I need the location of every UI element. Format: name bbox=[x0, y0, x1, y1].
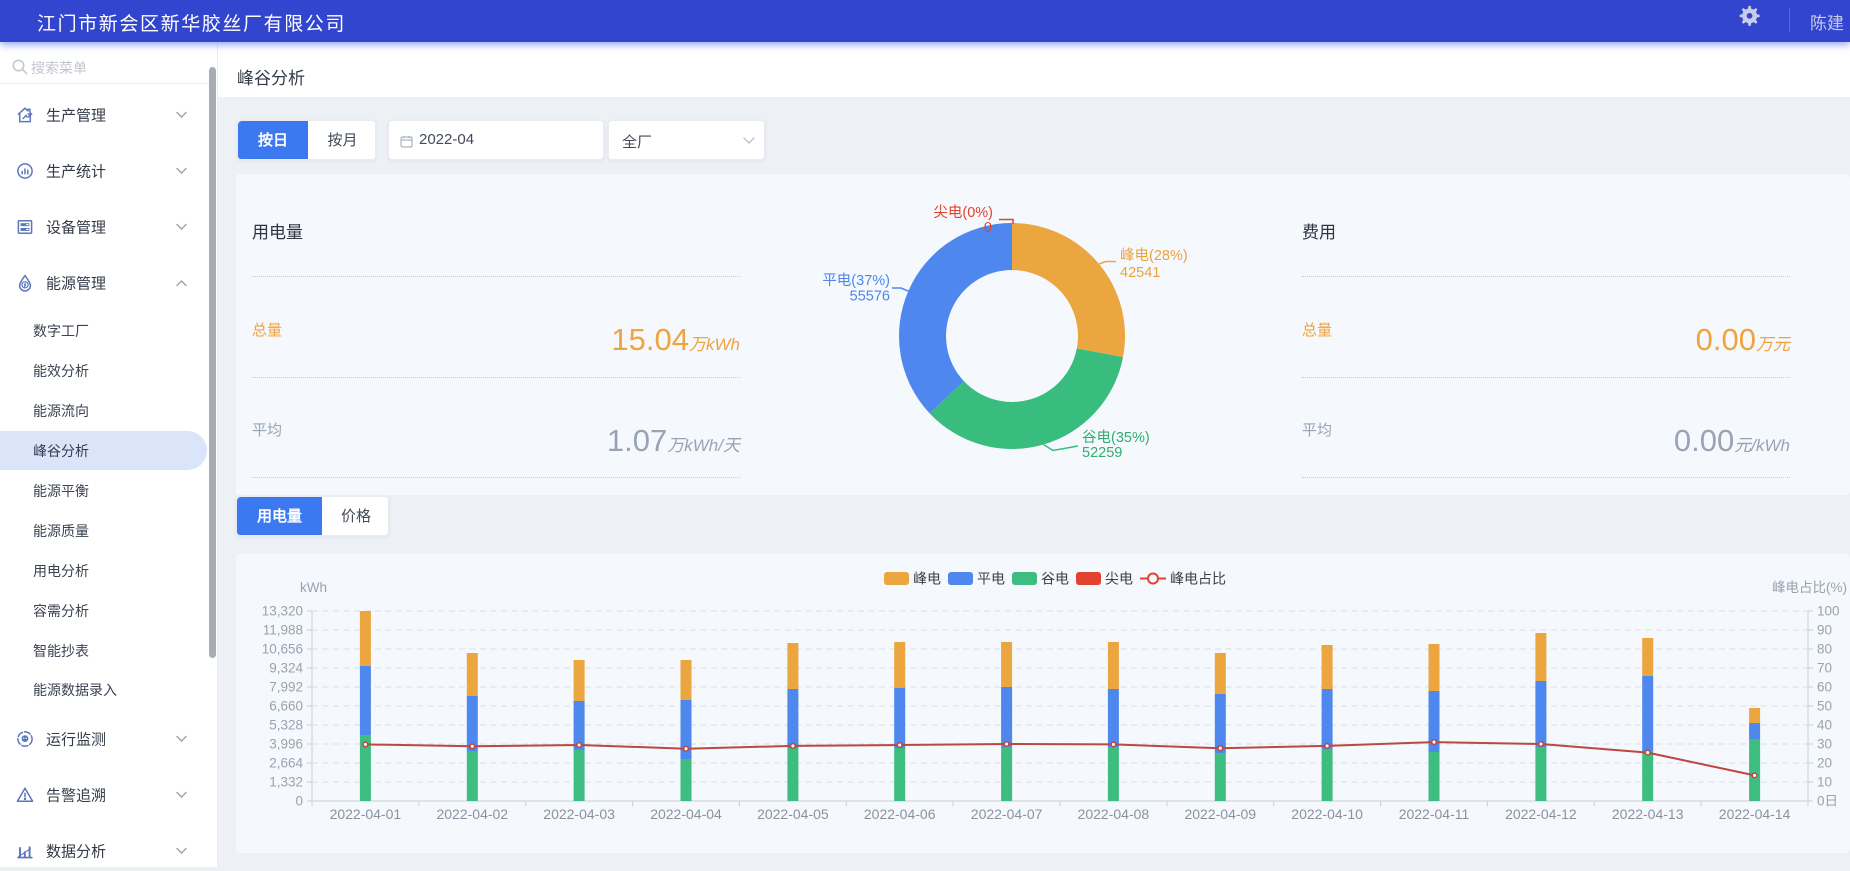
svg-text:kWh: kWh bbox=[300, 580, 327, 595]
svg-text:1,332: 1,332 bbox=[269, 775, 303, 790]
svg-text:100: 100 bbox=[1817, 604, 1840, 619]
svg-text:峰电(28%): 峰电(28%) bbox=[1120, 247, 1188, 264]
svg-text:2022-04-07: 2022-04-07 bbox=[971, 806, 1043, 822]
svg-text:2022-04-05: 2022-04-05 bbox=[757, 806, 829, 822]
svg-text:2022-04-11: 2022-04-11 bbox=[1399, 806, 1470, 822]
svg-text:2022-04-04: 2022-04-04 bbox=[650, 806, 722, 822]
svg-text:峰电占比(%): 峰电占比(%) bbox=[1772, 580, 1847, 595]
svg-text:2022-04-12: 2022-04-12 bbox=[1505, 806, 1577, 822]
svg-text:2022-04-02: 2022-04-02 bbox=[436, 806, 508, 822]
svg-text:峰电占比: 峰电占比 bbox=[1170, 571, 1226, 587]
svg-text:80: 80 bbox=[1817, 642, 1832, 657]
svg-text:2022-04-08: 2022-04-08 bbox=[1078, 806, 1150, 822]
svg-text:10: 10 bbox=[1817, 775, 1832, 790]
svg-text:谷电: 谷电 bbox=[1041, 571, 1069, 587]
svg-text:10,656: 10,656 bbox=[262, 642, 303, 657]
svg-text:2022-04-03: 2022-04-03 bbox=[543, 806, 615, 822]
svg-text:9,324: 9,324 bbox=[269, 661, 303, 676]
svg-text:0日: 0日 bbox=[1817, 794, 1838, 809]
svg-text:42541: 42541 bbox=[1120, 265, 1160, 281]
svg-text:2,664: 2,664 bbox=[269, 756, 303, 771]
svg-text:平电(37%): 平电(37%) bbox=[822, 272, 890, 289]
svg-text:2022-04-14: 2022-04-14 bbox=[1719, 806, 1791, 822]
svg-text:2022-04-09: 2022-04-09 bbox=[1184, 806, 1256, 822]
svg-text:5,328: 5,328 bbox=[269, 718, 303, 733]
svg-text:50: 50 bbox=[1817, 699, 1832, 714]
svg-text:尖电(0%): 尖电(0%) bbox=[933, 204, 993, 221]
svg-text:13,320: 13,320 bbox=[262, 604, 303, 619]
svg-text:2022-04-06: 2022-04-06 bbox=[864, 806, 936, 822]
svg-text:0: 0 bbox=[295, 794, 303, 809]
svg-text:60: 60 bbox=[1817, 680, 1832, 695]
svg-text:谷电(35%): 谷电(35%) bbox=[1082, 429, 1150, 446]
svg-text:70: 70 bbox=[1817, 661, 1832, 676]
svg-text:2022-04-13: 2022-04-13 bbox=[1612, 806, 1684, 822]
svg-text:40: 40 bbox=[1817, 718, 1832, 733]
svg-text:55576: 55576 bbox=[850, 289, 890, 305]
svg-text:20: 20 bbox=[1817, 756, 1832, 771]
svg-text:2022-04-10: 2022-04-10 bbox=[1291, 806, 1363, 822]
svg-text:尖电: 尖电 bbox=[1105, 571, 1133, 587]
svg-text:平电: 平电 bbox=[977, 571, 1005, 587]
svg-text:0: 0 bbox=[984, 220, 992, 236]
svg-text:52259: 52259 bbox=[1082, 445, 1122, 461]
svg-text:6,660: 6,660 bbox=[269, 699, 303, 714]
svg-text:2022-04-01: 2022-04-01 bbox=[330, 806, 402, 822]
svg-text:7,992: 7,992 bbox=[269, 680, 303, 695]
svg-text:3,996: 3,996 bbox=[269, 737, 303, 752]
svg-text:11,988: 11,988 bbox=[263, 623, 303, 638]
svg-text:30: 30 bbox=[1817, 737, 1832, 752]
svg-text:90: 90 bbox=[1817, 623, 1832, 638]
svg-text:峰电: 峰电 bbox=[913, 571, 941, 587]
